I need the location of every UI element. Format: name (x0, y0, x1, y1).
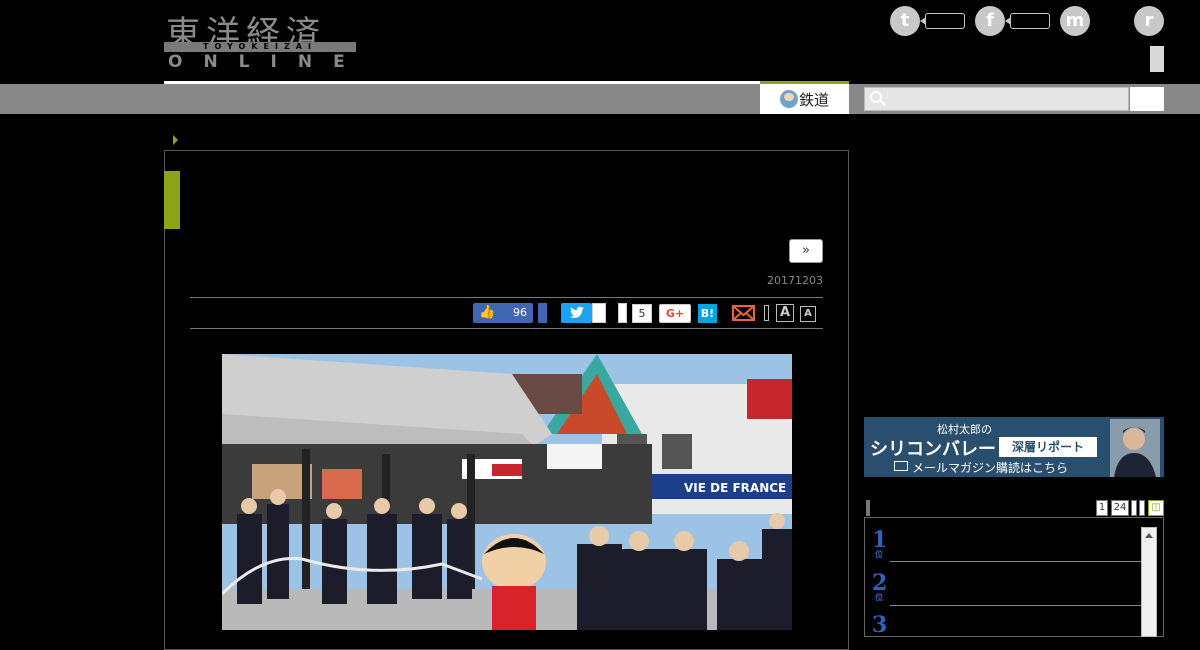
banner-cta: メールマガジン購読はこちら (912, 461, 1069, 475)
rank-number-3: 3 (872, 612, 887, 638)
ranking-scrollbar[interactable] (1141, 527, 1157, 637)
share-divider-top (190, 297, 823, 298)
railway-mascot-icon (780, 90, 798, 108)
rank-3-label: 3 (872, 612, 888, 638)
rank-1-unit: 位 (875, 549, 883, 559)
ranking-tab-24[interactable]: 24 (1111, 500, 1129, 516)
rss-icon[interactable]: r (1134, 6, 1164, 36)
banner-subtitle: 深層リポート (999, 437, 1097, 457)
title-accent-bar (164, 171, 180, 229)
font-size-large-button[interactable]: A (776, 304, 794, 322)
search-button[interactable] (1130, 87, 1164, 111)
banner-mail-icon (894, 461, 908, 471)
article-photo: VIE DE FRANCE (222, 354, 792, 630)
logo-online: ONLINE (168, 52, 366, 72)
hatena-bookmark-button[interactable]: B! (698, 304, 717, 323)
ranking-list (864, 517, 1164, 637)
rank-number-1: 1位 (872, 527, 887, 559)
mail-icon[interactable] (732, 305, 755, 321)
newsletter-banner[interactable]: 松村太郎の シリコンバレー 深層リポート メールマガジン購読はこちら (864, 417, 1164, 477)
rank-divider-1 (890, 561, 1142, 562)
nav-tab-railway[interactable]: 鉄道 (760, 81, 849, 114)
ranking-tab-3[interactable] (1131, 500, 1137, 516)
rank-divider-2 (890, 605, 1142, 606)
pocket-button[interactable] (618, 303, 627, 323)
ranking-tab-book-icon[interactable]: ◫ (1148, 500, 1164, 516)
ranking-tab-4[interactable] (1139, 500, 1145, 516)
twitter-bird-icon (569, 306, 584, 318)
search-icon (870, 91, 882, 103)
next-page-button[interactable]: » (789, 239, 823, 263)
breadcrumb-arrow-icon (173, 135, 178, 145)
logo-romaji: TOYOKEIZAI (164, 42, 356, 52)
pocket-count: 5 (632, 304, 652, 323)
twitter-icon[interactable]: t (890, 6, 920, 36)
ranking-header-mark (866, 500, 870, 516)
google-plus-button[interactable]: G+ (659, 304, 691, 323)
banner-title: シリコンバレー (870, 439, 996, 460)
rank-2-unit: 位 (875, 592, 883, 602)
article-date: 20171203 (767, 274, 823, 287)
font-size-small-button[interactable]: A (800, 306, 816, 322)
facebook-like-count-label: 96 (513, 306, 527, 319)
twitter-share-button[interactable] (561, 303, 592, 323)
facebook-like-count (1005, 13, 1050, 29)
share-divider-bottom (190, 328, 823, 329)
twitter-count-box (592, 303, 606, 323)
search-input[interactable] (864, 87, 1129, 111)
thumbs-up-icon: 👍 (479, 305, 496, 320)
ranking-tab-1[interactable]: 1 (1096, 500, 1108, 516)
site-logo[interactable]: 東洋経済 TOYOKEIZAI ONLINE (164, 6, 356, 72)
twitter-follow-count (920, 13, 965, 29)
facebook-share-button[interactable] (538, 303, 547, 323)
nav-tab-label: 鉄道 (799, 91, 830, 109)
print-button[interactable] (764, 305, 769, 321)
facebook-icon[interactable]: f (975, 6, 1005, 36)
header-side-button[interactable] (1150, 46, 1164, 72)
banner-author-photo (1110, 419, 1160, 477)
messenger-icon[interactable]: m (1060, 6, 1090, 36)
svg-text:VIE DE FRANCE: VIE DE FRANCE (684, 481, 786, 495)
facebook-like-button[interactable]: 👍 96 (473, 303, 533, 323)
rank-number-2: 2位 (872, 570, 887, 602)
